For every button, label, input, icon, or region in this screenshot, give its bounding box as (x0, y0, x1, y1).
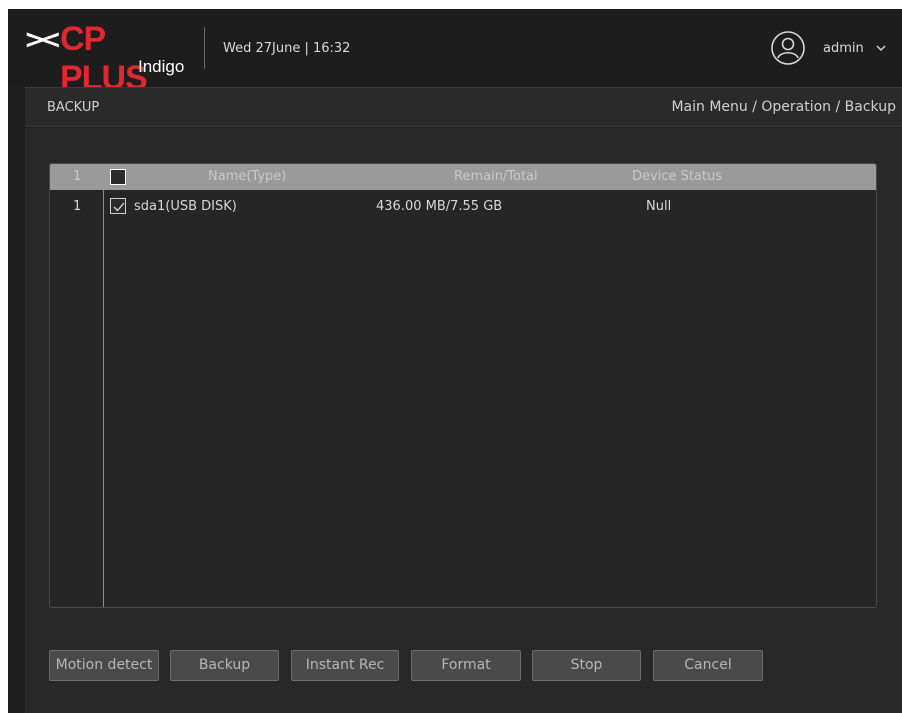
header-divider (204, 27, 205, 69)
format-button[interactable]: Format (411, 650, 521, 681)
header-remain: Remain/Total (454, 169, 538, 184)
page-title: BACKUP (47, 100, 100, 115)
row-remain: 436.00 MB/7.55 GB (376, 199, 503, 214)
column-divider (103, 190, 104, 607)
datetime-label: Wed 27June | 16:32 (223, 41, 351, 56)
user-name[interactable]: admin (823, 41, 864, 56)
dvr-screen: >< CP PLUS Indigo Wed 27June | 16:32 adm… (8, 9, 902, 713)
stop-button[interactable]: Stop (532, 650, 641, 681)
header-status: Device Status (632, 169, 723, 184)
user-avatar-icon[interactable] (770, 30, 806, 66)
logo-mark-icon: >< (24, 25, 61, 55)
select-all-checkbox[interactable] (110, 169, 126, 185)
row-status: Null (646, 199, 672, 214)
device-table: 1 Name(Type) Remain/Total Device Status … (49, 163, 877, 608)
motion-detect-button[interactable]: Motion detect (49, 650, 159, 681)
cancel-button[interactable]: Cancel (653, 650, 763, 681)
chevron-down-icon[interactable] (875, 43, 887, 53)
brand-subtitle: Indigo (138, 57, 185, 76)
row-checkbox[interactable] (110, 198, 126, 214)
top-bar: >< CP PLUS Indigo Wed 27June | 16:32 adm… (8, 9, 902, 97)
header-name: Name(Type) (208, 169, 287, 184)
header-index: 1 (73, 169, 82, 184)
breadcrumb: Main Menu / Operation / Backup (671, 99, 896, 115)
backup-button[interactable]: Backup (170, 650, 279, 681)
row-index: 1 (73, 199, 82, 214)
brand-logo: >< CP PLUS Indigo (24, 19, 199, 97)
instant-rec-button[interactable]: Instant Rec (291, 650, 399, 681)
title-bar: BACKUP Main Menu / Operation / Backup (25, 87, 902, 127)
content-panel: 1 Name(Type) Remain/Total Device Status … (25, 128, 902, 713)
table-row[interactable]: 1 sda1(USB DISK) 436.00 MB/7.55 GB Null (50, 195, 876, 217)
row-name: sda1(USB DISK) (134, 199, 237, 214)
checkmark-icon (113, 202, 125, 212)
table-header: 1 Name(Type) Remain/Total Device Status (50, 164, 876, 190)
